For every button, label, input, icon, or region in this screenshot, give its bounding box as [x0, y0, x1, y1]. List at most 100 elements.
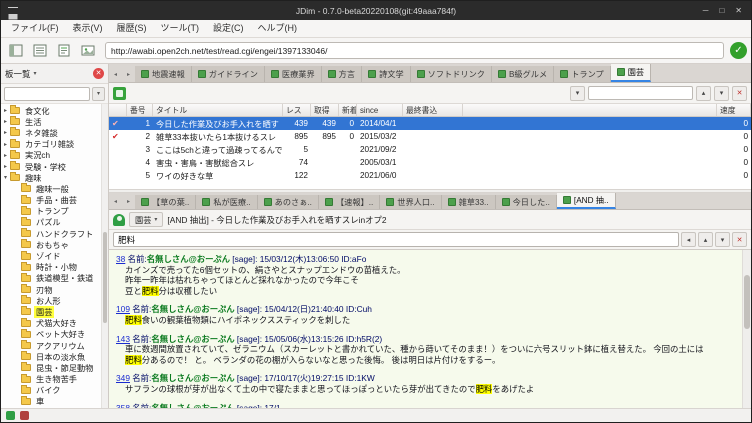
- search-prev-button[interactable]: ▴: [698, 232, 713, 247]
- url-input[interactable]: [105, 42, 724, 59]
- toggle-sidebar-button[interactable]: [5, 41, 27, 60]
- title-column-header[interactable]: タイトル: [153, 104, 283, 116]
- board-tab[interactable]: 園芸: [611, 64, 651, 82]
- board-tree-item[interactable]: おもちゃ: [1, 239, 101, 250]
- board-tree-item[interactable]: ▸生活: [1, 116, 101, 127]
- thread-row[interactable]: ✔2雑草33本抜いたら1本抜けるスレ89589502015/03/20: [109, 130, 751, 143]
- menu-item[interactable]: ファイル(F): [4, 20, 66, 37]
- search-next-button[interactable]: ▾: [715, 232, 730, 247]
- post-number-link[interactable]: 38: [116, 254, 125, 264]
- board-tabs-scroll-left-button[interactable]: ◂: [109, 67, 122, 81]
- sidebar-close-button[interactable]: ✕: [93, 68, 104, 79]
- board-tree-item[interactable]: 園芸: [1, 306, 101, 317]
- thread-tab[interactable]: あのさぁ..: [258, 195, 319, 209]
- board-tab[interactable]: ガイドライン: [192, 66, 265, 82]
- menu-item[interactable]: 履歴(S): [110, 20, 154, 37]
- board-tree-item[interactable]: ゾイド: [1, 250, 101, 261]
- thread-tab[interactable]: 【草の葉..: [135, 195, 196, 209]
- post-id[interactable]: ID:h5R(2): [346, 334, 382, 344]
- board-tree-item[interactable]: バイク: [1, 385, 101, 396]
- board-tab[interactable]: 詩文学: [362, 66, 411, 82]
- post-number-link[interactable]: 349: [116, 373, 130, 383]
- board-tree-item[interactable]: アクアリウム: [1, 340, 101, 351]
- menu-item[interactable]: 表示(V): [66, 20, 110, 37]
- board-tree-item[interactable]: 鉄道模型・鉄道: [1, 273, 101, 284]
- expander-icon[interactable]: ▸: [1, 118, 10, 125]
- maximize-button[interactable]: □: [719, 1, 724, 20]
- expander-icon[interactable]: ▸: [1, 129, 10, 136]
- board-tabs-scroll-right-button[interactable]: ▸: [122, 67, 135, 81]
- board-view-button[interactable]: [29, 41, 51, 60]
- board-tree-item[interactable]: ▸受験・学校: [1, 161, 101, 172]
- board-tree-item[interactable]: 昆虫・節足動物: [1, 362, 101, 373]
- board-tree-item[interactable]: ペット大好き: [1, 329, 101, 340]
- board-tree-item[interactable]: ▸カテゴリ雑談: [1, 139, 101, 150]
- thread-tab[interactable]: [AND 抽..: [557, 193, 616, 209]
- menu-item[interactable]: ツール(T): [154, 20, 207, 37]
- list-search-down-button[interactable]: ▾: [714, 86, 729, 101]
- board-tree-item[interactable]: パズル: [1, 217, 101, 228]
- menu-item[interactable]: ヘルプ(H): [251, 20, 305, 37]
- app-menu-icon[interactable]: [8, 7, 18, 14]
- board-tab[interactable]: 地震速報: [135, 66, 192, 82]
- thread-row[interactable]: 4害虫・害鳥・害獣総合スレ742005/03/10: [109, 156, 751, 169]
- board-tab[interactable]: 方言: [322, 66, 362, 82]
- expander-icon[interactable]: ▸: [1, 107, 10, 114]
- thread-tab[interactable]: 雑草33..: [442, 195, 496, 209]
- search-close-button[interactable]: ✕: [732, 232, 747, 247]
- thread-row[interactable]: ✔1今日した作業及びお手入れを晒す43943902014/04/10: [109, 117, 751, 130]
- mark-column-header[interactable]: [109, 104, 127, 116]
- image-view-button[interactable]: [77, 41, 99, 60]
- board-search-input[interactable]: [4, 87, 90, 101]
- board-tree-item[interactable]: 時計・小物: [1, 262, 101, 273]
- expander-icon[interactable]: ▸: [1, 141, 10, 148]
- posts-scrollbar[interactable]: [742, 250, 751, 408]
- post-number-link[interactable]: 358: [116, 403, 130, 408]
- board-tab[interactable]: トランプ: [554, 66, 611, 82]
- filter-dropdown-button[interactable]: ▾: [570, 86, 585, 101]
- sidebar-scrollbar[interactable]: [101, 104, 108, 408]
- sidebar-mode-dropdown-icon[interactable]: ▾: [34, 70, 37, 77]
- since-column-header[interactable]: since: [357, 104, 403, 116]
- thread-row[interactable]: 5ワイの好きな草1222021/06/00: [109, 169, 751, 182]
- board-tree-item[interactable]: 刃物: [1, 284, 101, 295]
- board-tree-item[interactable]: 趣味一般: [1, 183, 101, 194]
- expander-icon[interactable]: ▾: [1, 174, 10, 181]
- post-id[interactable]: ID:1KW: [346, 373, 375, 383]
- thread-tab[interactable]: 【速報】..: [319, 195, 380, 209]
- board-tab[interactable]: B級グルメ: [492, 66, 554, 82]
- post-number-link[interactable]: 109: [116, 304, 130, 314]
- thread-tab[interactable]: 世界人口..: [380, 195, 441, 209]
- menu-item[interactable]: 設定(C): [206, 20, 251, 37]
- board-tree-item[interactable]: トランプ: [1, 206, 101, 217]
- board-tree-item[interactable]: 犬猫大好き: [1, 318, 101, 329]
- board-tree-item[interactable]: ハンドクラフト: [1, 228, 101, 239]
- board-tree-item[interactable]: ▸ネタ雑談: [1, 127, 101, 138]
- thread-tab[interactable]: 私が医療..: [196, 195, 257, 209]
- board-tab[interactable]: 医療業界: [265, 66, 322, 82]
- sidebar-scrollbar-thumb[interactable]: [103, 232, 107, 323]
- speed-column-header[interactable]: 速度: [717, 104, 751, 116]
- thread-tab[interactable]: 今日した..: [496, 195, 557, 209]
- close-button[interactable]: ✕: [735, 1, 742, 20]
- board-tree-item[interactable]: ▸実況ch: [1, 150, 101, 161]
- open-url-button[interactable]: ✓: [730, 42, 747, 59]
- thread-search-input[interactable]: [113, 232, 679, 247]
- new-column-header[interactable]: 新着: [339, 104, 357, 116]
- board-tab[interactable]: ソフトドリンク: [411, 66, 492, 82]
- last-write-column-header[interactable]: 最終書込: [403, 104, 463, 116]
- thread-view-button[interactable]: [53, 41, 75, 60]
- minimize-button[interactable]: ─: [703, 1, 709, 20]
- list-search-close-button[interactable]: ✕: [732, 86, 747, 101]
- post-id[interactable]: ID:Cuh: [346, 304, 372, 314]
- filler-column-header[interactable]: [463, 104, 717, 116]
- res-column-header[interactable]: レス: [283, 104, 311, 116]
- number-column-header[interactable]: 番号: [127, 104, 153, 116]
- posts-scrollbar-thumb[interactable]: [744, 275, 750, 329]
- board-tree-item[interactable]: ▾趣味: [1, 172, 101, 183]
- board-tree-item[interactable]: 車: [1, 396, 101, 407]
- post-number-link[interactable]: 143: [116, 334, 130, 344]
- post-id[interactable]: ID:aFo: [341, 254, 366, 264]
- board-tree-item[interactable]: 日本の淡水魚: [1, 351, 101, 362]
- thread-tabs-scroll-left-button[interactable]: ◂: [109, 194, 122, 208]
